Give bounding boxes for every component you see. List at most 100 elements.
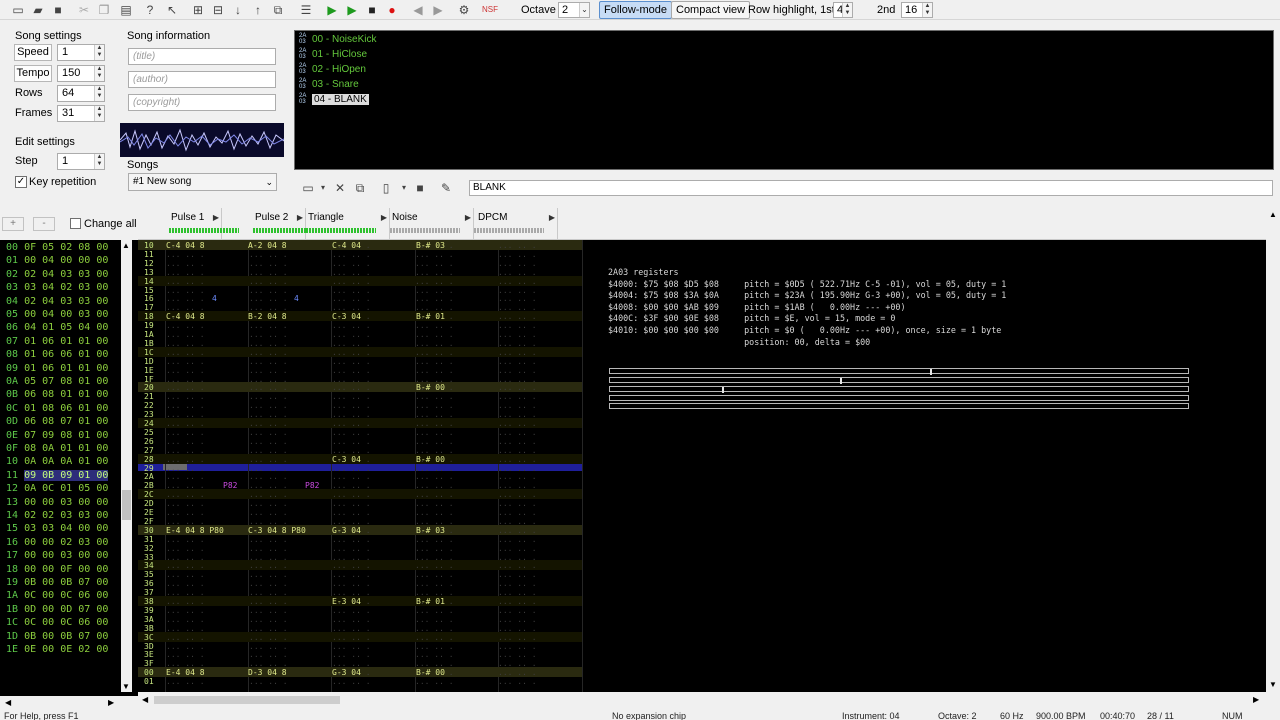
new-instrument-icon[interactable]: ▭ xyxy=(300,180,316,196)
settings-icon[interactable]: ⚙ xyxy=(456,2,472,18)
row-highlight-2nd-spin[interactable]: 16 ▲ ▼ xyxy=(901,2,933,18)
pattern-hscroll[interactable]: ◀ ▶ xyxy=(138,692,1266,708)
frame-row[interactable]: 17 00 00 03 00 00 xyxy=(6,549,108,562)
move-frame-down-icon[interactable]: ↓ xyxy=(230,2,246,18)
title-field[interactable]: (title) xyxy=(128,48,276,65)
frame-row[interactable]: 0B 06 08 01 01 00 xyxy=(6,388,108,401)
frame-row[interactable]: 07 01 06 01 01 00 xyxy=(6,335,108,348)
frame-row[interactable]: 19 0B 00 0B 07 00 xyxy=(6,576,108,589)
frame-row[interactable]: 0E 07 09 08 01 00 xyxy=(6,429,108,442)
frame-row[interactable]: 15 03 03 04 00 00 xyxy=(6,522,108,535)
arrow-right-icon[interactable]: ▶ xyxy=(381,213,387,222)
frame-row[interactable]: 1B 0D 00 0D 07 00 xyxy=(6,603,108,616)
frame-row[interactable]: 10 0A 0A 0A 01 00 xyxy=(6,455,108,468)
arrow-right-icon[interactable]: ▶ xyxy=(465,213,471,222)
spin-arrows-icon[interactable]: ▲ ▼ xyxy=(94,154,104,169)
spin-arrows-icon[interactable]: ▲ ▼ xyxy=(922,3,932,17)
author-field[interactable]: (author) xyxy=(128,71,276,88)
frame-row[interactable]: 14 02 02 03 03 00 xyxy=(6,509,108,522)
compact-view-button[interactable]: Compact view xyxy=(671,1,751,19)
instrument-item[interactable]: 2A 03 04 - BLANK xyxy=(299,93,369,107)
add-frame-button[interactable]: + xyxy=(2,217,24,231)
instrument-item[interactable]: 2A 03 02 - HiOpen xyxy=(299,63,366,77)
save-icon[interactable]: ■ xyxy=(50,2,66,18)
follow-mode-button[interactable]: Follow-mode xyxy=(599,1,672,19)
step-spin[interactable]: 1 ▲ ▼ xyxy=(57,153,105,170)
frame-row[interactable]: 13 00 00 03 00 00 xyxy=(6,496,108,509)
frame-row[interactable]: 1E 0E 00 0E 02 00 xyxy=(6,643,108,656)
speed-spin[interactable]: 1 ▲ ▼ xyxy=(57,44,105,61)
frames-spin[interactable]: 31 ▲ ▼ xyxy=(57,105,105,122)
instrument-list[interactable]: 2A 03 00 - NoiseKick 2A 03 01 - HiClose 2A 03 02… xyxy=(294,30,1274,170)
new-file-icon[interactable]: ▭ xyxy=(10,2,26,18)
frame-row[interactable]: 0C 01 08 06 01 00 xyxy=(6,402,108,415)
frame-row[interactable]: 16 00 00 02 03 00 xyxy=(6,536,108,549)
hscroll-thumb[interactable] xyxy=(154,696,340,704)
frame-row[interactable]: 03 03 04 02 03 00 xyxy=(6,281,108,294)
pattern-vscroll[interactable]: ▲ ▼ xyxy=(1266,208,1280,692)
channel-pulse-1[interactable]: Pulse 1 ▶ xyxy=(138,208,239,240)
frame-row[interactable]: 01 00 04 00 00 00 xyxy=(6,254,108,267)
spin-arrows-icon[interactable]: ▲ ▼ xyxy=(842,3,852,17)
spin-arrows-icon[interactable]: ▲ ▼ xyxy=(94,86,104,101)
key-repetition-checkbox[interactable]: ✓ xyxy=(15,176,27,188)
frame-scrollbar[interactable]: ▲ ▼ xyxy=(121,240,132,692)
instrument-item[interactable]: 2A 03 03 - Snare xyxy=(299,78,359,92)
insert-frame-icon[interactable]: ⊞ xyxy=(190,2,206,18)
copyright-field[interactable]: (copyright) xyxy=(128,94,276,111)
move-frame-up-icon[interactable]: ↑ xyxy=(250,2,266,18)
chevron-down-icon[interactable]: ⌄ xyxy=(579,3,589,17)
previous-track-icon[interactable]: ◀ xyxy=(410,2,426,18)
chevron-down-icon[interactable]: ▾ xyxy=(396,180,412,196)
frame-row[interactable]: 1C 0C 00 0C 06 00 xyxy=(6,616,108,629)
chevron-down-icon[interactable]: ⌄ xyxy=(265,174,273,190)
spin-arrows-icon[interactable]: ▲ ▼ xyxy=(94,45,104,60)
arrow-right-icon[interactable]: ▶ xyxy=(213,213,219,222)
save-instrument-icon[interactable]: ■ xyxy=(412,180,428,196)
frame-row[interactable]: 00 0F 05 02 08 00 xyxy=(6,241,108,254)
row-highlight-1st-spin[interactable]: 4 ▲ ▼ xyxy=(833,2,853,18)
frame-row[interactable]: 02 02 04 03 03 00 xyxy=(6,268,108,281)
context-help-icon[interactable]: ↖ xyxy=(164,2,180,18)
arrow-up-icon[interactable]: ▲ xyxy=(1269,210,1277,219)
remove-instrument-icon[interactable]: ✕ xyxy=(332,180,348,196)
octave-select[interactable]: 2 ⌄ xyxy=(558,2,590,18)
channel-noise[interactable]: Noise ▶ xyxy=(390,208,474,240)
tempo-spin[interactable]: 150 ▲ ▼ xyxy=(57,65,105,82)
help-icon[interactable]: ? xyxy=(142,2,158,18)
arrow-right-icon[interactable]: ▶ xyxy=(1253,695,1259,704)
frame-row[interactable]: 0D 06 08 07 01 00 xyxy=(6,415,108,428)
copy-icon[interactable]: ❐ xyxy=(96,2,112,18)
arrow-right-icon[interactable]: ▶ xyxy=(297,213,303,222)
frame-row[interactable]: 06 04 01 05 04 00 xyxy=(6,321,108,334)
arrow-up-icon[interactable]: ▲ xyxy=(122,241,130,250)
rows-spin[interactable]: 64 ▲ ▼ xyxy=(57,85,105,102)
arrow-left-icon[interactable]: ◀ xyxy=(142,695,148,704)
frame-row[interactable]: 08 01 06 06 01 00 xyxy=(6,348,108,361)
pattern-editor[interactable]: 10... .. .... .. .... .. .... .. .... ..… xyxy=(138,240,1266,692)
remove-frame-icon[interactable]: ⊟ xyxy=(210,2,226,18)
open-folder-icon[interactable]: ▰ xyxy=(30,2,46,18)
remove-frame-button[interactable]: - xyxy=(33,217,55,231)
next-track-icon[interactable]: ▶ xyxy=(430,2,446,18)
arrow-left-icon[interactable]: ◀ xyxy=(5,698,11,707)
frame-hscroll[interactable]: ◀ ▶ xyxy=(0,696,121,710)
stop-icon[interactable]: ■ xyxy=(364,2,380,18)
chevron-down-icon[interactable]: ▾ xyxy=(315,180,331,196)
instrument-item[interactable]: 2A 03 01 - HiClose xyxy=(299,48,367,62)
channel-triangle[interactable]: Triangle ▶ xyxy=(306,208,390,240)
arrow-down-icon[interactable]: ▼ xyxy=(1269,680,1277,689)
frame-row[interactable]: 0A 05 07 08 01 00 xyxy=(6,375,108,388)
record-icon[interactable]: ● xyxy=(384,2,400,18)
frame-row[interactable]: 09 01 06 01 01 00 xyxy=(6,362,108,375)
frame-row[interactable]: 18 00 00 0F 00 00 xyxy=(6,563,108,576)
arrow-down-icon[interactable]: ▼ xyxy=(122,682,130,691)
frame-editor[interactable]: 00 0F 05 02 08 00 01 00 04 00 00 00 02 02 … xyxy=(0,240,138,696)
nsf-export-icon[interactable]: NSF xyxy=(482,2,498,18)
frame-row[interactable]: 11 09 0B 09 01 00 xyxy=(6,469,109,482)
duplicate-frame-icon[interactable]: ⧉ xyxy=(270,2,286,18)
instrument-name-field[interactable]: BLANK xyxy=(469,180,1273,196)
frame-row[interactable]: 04 02 04 03 03 00 xyxy=(6,295,108,308)
edit-instrument-icon[interactable]: ✎ xyxy=(438,180,454,196)
instrument-item[interactable]: 2A 03 00 - NoiseKick xyxy=(299,33,376,47)
